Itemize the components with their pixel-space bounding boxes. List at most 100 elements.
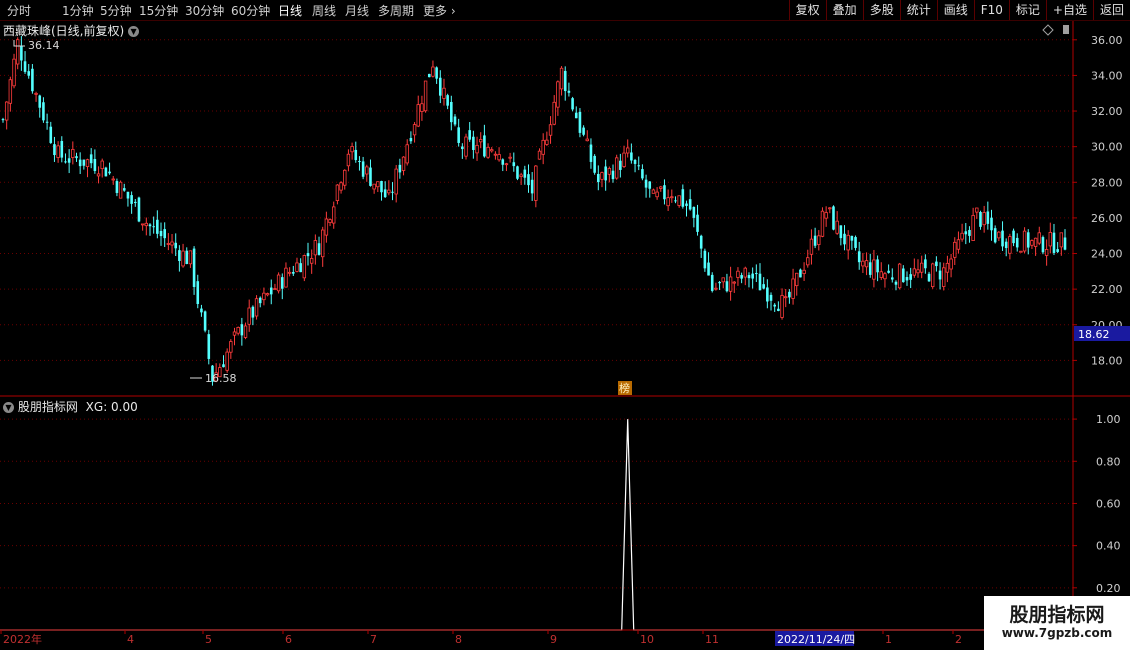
candle-body-down xyxy=(27,71,31,76)
scroll-handle-icon[interactable] xyxy=(1063,25,1069,34)
candle-body-down xyxy=(438,77,442,96)
candle-body-up xyxy=(997,231,1001,239)
candle-body-down xyxy=(633,159,637,164)
candle-body-down xyxy=(769,294,773,301)
candle-body-up xyxy=(188,250,193,265)
candle-body-down xyxy=(637,165,641,167)
candle-body-up xyxy=(537,150,542,160)
candle-body-up xyxy=(401,156,406,171)
candle-body-down xyxy=(196,281,200,304)
candle-body-down xyxy=(582,127,585,135)
candle-body-up xyxy=(1030,240,1034,246)
candle-body-up xyxy=(431,66,435,77)
candle-body-up xyxy=(795,272,799,287)
price-tick-label: 24.00 xyxy=(1091,248,1123,261)
candle-body-up xyxy=(229,341,233,353)
candle-body-up xyxy=(302,255,307,279)
candle-body-down xyxy=(1012,230,1015,244)
candle-body-down xyxy=(380,180,383,193)
candle-body-down xyxy=(696,214,699,232)
candle-body-down xyxy=(306,253,310,257)
candle-body-up xyxy=(552,101,556,125)
candle-body-up xyxy=(817,235,821,245)
candle-body-down xyxy=(927,273,931,282)
candle-body-up xyxy=(423,80,428,112)
candle-body-down xyxy=(751,273,754,279)
candle-body-up xyxy=(971,215,975,241)
candle-body-down xyxy=(611,170,615,180)
candle-body-down xyxy=(597,173,600,183)
diamond-icon[interactable] xyxy=(1042,24,1054,36)
candle-body-down xyxy=(813,235,817,246)
candle-body-up xyxy=(806,257,810,266)
candle-body-down xyxy=(843,233,846,245)
candle-body-down xyxy=(648,181,652,189)
candle-body-up xyxy=(243,325,248,338)
candle-body-down xyxy=(133,201,137,203)
candle-body-down xyxy=(222,364,225,368)
candle-body-up xyxy=(313,240,318,256)
candle-body-down xyxy=(64,161,67,163)
candle-body-up xyxy=(56,145,60,158)
candle-body-up xyxy=(1019,250,1023,253)
candle-body-up xyxy=(614,157,619,179)
candle-body-down xyxy=(619,160,622,170)
candle-body-up xyxy=(284,267,288,288)
candle-body-up xyxy=(1008,236,1012,254)
candle-body-down xyxy=(361,161,365,177)
candle-body-up xyxy=(287,271,292,274)
candle-body-down xyxy=(383,189,387,198)
candle-body-down xyxy=(45,121,49,123)
candle-body-up xyxy=(780,295,784,318)
candle-body-down xyxy=(630,152,633,161)
candle-body-down xyxy=(178,250,181,261)
candle-body-up xyxy=(949,258,953,270)
candle-body-down xyxy=(593,155,596,173)
candle-body-down xyxy=(788,291,791,298)
candle-body-up xyxy=(809,238,814,255)
candle-body-down xyxy=(986,211,990,224)
candle-body-up xyxy=(416,104,420,127)
kline-chart[interactable]: 36.00 34.00 32.00 30.00 28.00 26.00 24.00 22.00… xyxy=(0,0,1130,650)
candle-body-up xyxy=(276,274,281,292)
candle-body-up xyxy=(254,298,259,317)
candle-body-down xyxy=(773,304,776,307)
candle-body-up xyxy=(332,206,336,224)
candle-body-down xyxy=(703,250,707,269)
candle-body-up xyxy=(1037,232,1041,244)
candle-body-up xyxy=(1059,232,1064,248)
candle-body-down xyxy=(905,277,909,281)
candle-body-up xyxy=(497,154,501,161)
candle-body-up xyxy=(262,292,266,301)
candle-body-down xyxy=(990,217,993,231)
candle-body-down xyxy=(1004,241,1008,249)
candle-body-down xyxy=(964,231,968,235)
candle-body-down xyxy=(269,287,273,295)
candle-body-up xyxy=(883,273,887,280)
candle-body-down xyxy=(409,137,413,142)
candle-body-up xyxy=(376,181,380,188)
candle-body-up xyxy=(585,138,589,142)
candle-body-up xyxy=(324,218,329,236)
candle-body-down xyxy=(641,169,644,179)
candle-body-down xyxy=(935,261,938,267)
candle-body-up xyxy=(486,146,490,158)
candle-body-up xyxy=(622,152,626,167)
candle-body-up xyxy=(365,166,369,175)
indicator-tick-label: 0.40 xyxy=(1096,540,1121,553)
candle-body-up xyxy=(464,136,468,157)
candle-body-down xyxy=(240,324,244,336)
candle-body-down xyxy=(516,166,519,179)
candle-body-down xyxy=(354,149,358,161)
candle-body-down xyxy=(89,154,93,164)
candle-body-down xyxy=(938,270,942,280)
candle-body-up xyxy=(545,139,549,145)
candle-body-down xyxy=(902,268,905,283)
candle-body-up xyxy=(12,58,16,87)
date-tick-label: 2022年 xyxy=(3,632,42,646)
candle-body-down xyxy=(762,284,765,289)
candle-body-up xyxy=(15,39,20,65)
candle-body-up xyxy=(655,191,659,198)
candle-body-down xyxy=(126,191,130,199)
date-tick-label: 9 xyxy=(550,633,557,646)
